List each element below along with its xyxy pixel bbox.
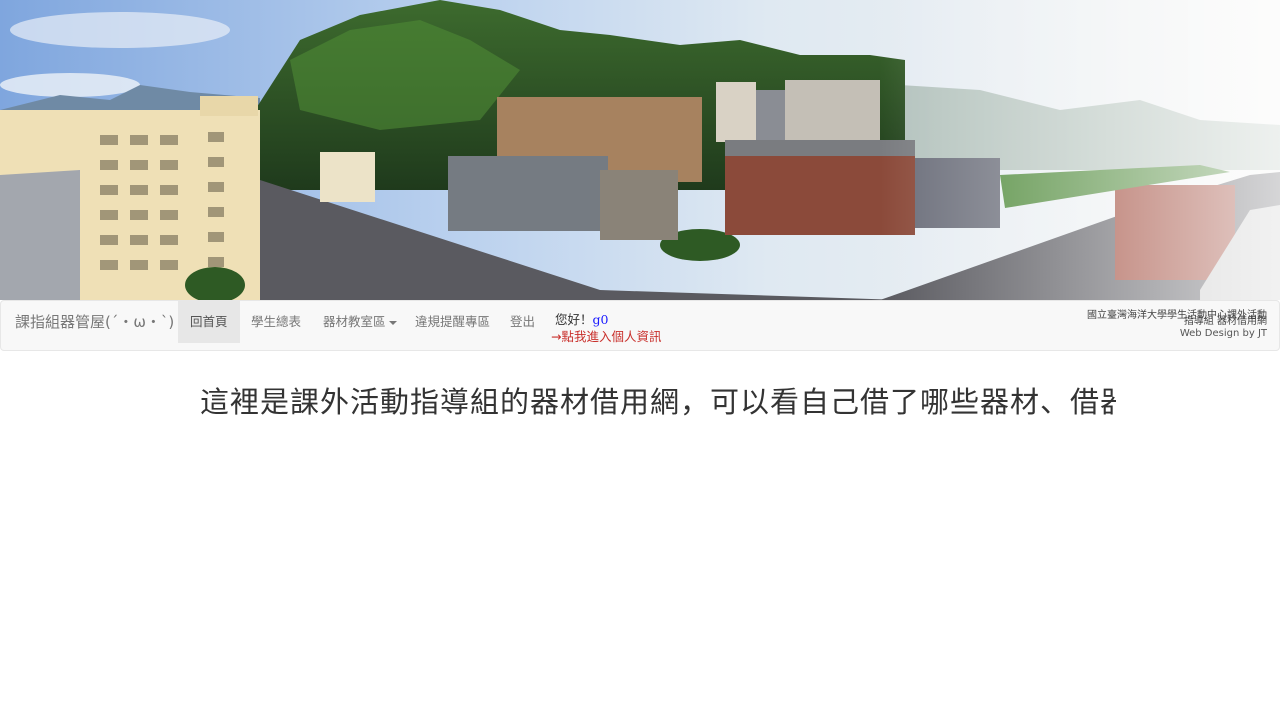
- nav-home[interactable]: 回首頁: [178, 301, 240, 343]
- nav-logout[interactable]: 登出: [498, 301, 547, 343]
- nav-violations-label: 違規提醒專區: [415, 314, 491, 329]
- greeting-prefix: 您好！: [555, 312, 593, 327]
- nav-home-label: 回首頁: [190, 314, 228, 329]
- nav-violations[interactable]: 違規提醒專區: [403, 301, 502, 343]
- nav-equipment-label: 器材教室區: [323, 314, 386, 329]
- site-credits: 國立臺灣海洋大學學生活動中心課外活動 指導組 器材借用網 Web Design …: [1077, 304, 1267, 339]
- nav-logout-label: 登出: [510, 314, 536, 329]
- welcome-marquee-text: 這裡是課外活動指導組的器材借用網，可以看自己借了哪些器材、借器材: [200, 385, 1116, 419]
- designer-credit: Web Design by JT: [1179, 328, 1267, 339]
- welcome-marquee: 這裡是課外活動指導組的器材借用網，可以看自己借了哪些器材、借器材: [200, 378, 1116, 426]
- site-brand-link[interactable]: 課指組器管屋(´・ω・`): [15, 301, 174, 351]
- nav-student-list[interactable]: 學生總表: [239, 301, 313, 343]
- nav-equipment-dropdown[interactable]: 器材教室區: [311, 301, 409, 343]
- top-navbar: 課指組器管屋(´・ω・`) 回首頁 學生總表 器材教室區 違規提醒專區 登出 您…: [0, 300, 1280, 351]
- profile-link[interactable]: →點我進入個人資訊: [551, 326, 661, 345]
- header-banner-image: [0, 0, 1280, 300]
- nav-student-list-label: 學生總表: [251, 314, 302, 329]
- org-name-line-2: 指導組 器材借用網: [1183, 316, 1267, 327]
- username: g0: [592, 312, 609, 327]
- caret-down-icon: [388, 320, 397, 325]
- campus-panorama: [0, 0, 1280, 300]
